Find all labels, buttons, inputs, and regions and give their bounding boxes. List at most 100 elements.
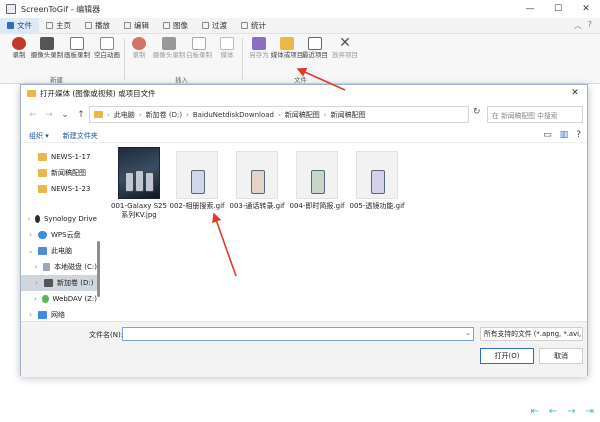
chevron-icon: › [29, 231, 32, 239]
sidebar-item-news-1-23[interactable]: NEWS-1-23 [21, 181, 97, 197]
record-icon [132, 37, 146, 50]
sidebar-item-label: NEWS-1-17 [51, 153, 91, 161]
computer-icon [38, 247, 47, 255]
filename-input[interactable]: ⌄ [122, 327, 474, 341]
breadcrumb-separator: › [107, 110, 110, 119]
button-label: 摄像头录制 [152, 51, 186, 59]
blank-animation-button[interactable]: 空白动画 [90, 37, 124, 60]
tab-label: 过渡 [212, 21, 227, 30]
tab-label: 编辑 [134, 21, 149, 30]
network-icon [38, 311, 47, 319]
file-item[interactable]: 005-透镜功能.gif [347, 151, 407, 211]
sidebar-item-label: 网络 [51, 311, 65, 319]
sidebar-item-synology-drive[interactable]: › Synology Drive [21, 211, 97, 227]
sidebar-item-network[interactable]: › 网络 [21, 307, 97, 321]
sidebar-item-news-1-17[interactable]: NEWS-1-17 [21, 149, 97, 165]
filename-label: 文件名(N): [89, 331, 124, 339]
file-name: 001-Galaxy S25 [111, 202, 167, 210]
open-button[interactable]: 打开(O) [480, 348, 534, 364]
gif-thumbnail-icon [371, 170, 385, 194]
help-icon[interactable]: ? [576, 130, 581, 140]
title-bar: ScreenToGif - 编辑器 — ☐ ✕ [0, 0, 600, 18]
address-bar[interactable]: › 此电脑 › 新加卷 (D:) › BaiduNetdiskDownload … [89, 106, 469, 123]
button-label: 摄像头录制 [30, 51, 64, 59]
tab-transition[interactable]: 过渡 [195, 18, 234, 34]
minimize-button[interactable]: — [516, 0, 544, 18]
scrollbar-thumb[interactable] [97, 241, 100, 297]
organize-button[interactable]: 组织 ▾ [29, 131, 49, 141]
tab-play[interactable]: 播放 [78, 18, 117, 34]
sidebar-item-webdav-z[interactable]: › WebDAV (Z:) [21, 291, 97, 307]
view-mode-icon[interactable]: ▭ [543, 130, 552, 140]
button-label: 录制 [12, 51, 26, 59]
menu-bar: 文件 主页 播放 编辑 图像 过渡 统计 ︿ ? [0, 17, 600, 34]
sidebar-item-drive-c[interactable]: › 本地磁盘 (C:) [21, 259, 97, 275]
tab-image[interactable]: 图像 [156, 18, 195, 34]
breadcrumb-separator: › [323, 110, 327, 119]
file-item[interactable]: 004-即时简报.gif [287, 151, 347, 211]
gif-thumbnail-icon [191, 170, 205, 194]
file-item[interactable]: 003-通话转录.gif [227, 151, 287, 211]
tab-edit[interactable]: 编辑 [117, 18, 156, 34]
breadcrumb-item[interactable]: BaiduNetdiskDownload [193, 111, 274, 119]
next-frame-button[interactable]: → [567, 406, 575, 417]
previous-frame-button[interactable]: ← [549, 406, 557, 417]
media-icon [220, 37, 234, 50]
file-item[interactable]: 001-Galaxy S25 系列KV.jpg [109, 147, 169, 219]
phone-image-icon [125, 168, 155, 192]
preview-pane-icon[interactable]: ▥ [560, 130, 569, 140]
group-new-label: 新建 [50, 76, 63, 84]
search-placeholder: 在 新闻稿配图 中搜索 [492, 111, 558, 120]
file-name: 002-相册搜索.gif [169, 202, 225, 210]
chevron-icon: ⌄ [27, 247, 34, 255]
tab-home[interactable]: 主页 [39, 18, 78, 34]
breadcrumb-item[interactable]: 新闻稿配图 [331, 110, 366, 120]
up-button[interactable]: ↑ [73, 110, 89, 120]
gif-thumbnail-icon [251, 170, 265, 194]
tab-file[interactable]: 文件 [0, 17, 39, 34]
refresh-icon[interactable]: ↻ [473, 107, 481, 117]
maximize-button[interactable]: ☐ [544, 0, 572, 18]
file-item[interactable]: 002-相册搜索.gif [167, 151, 227, 211]
dialog-title-bar: 打开媒体 (图像或视频) 或项目文件 ✕ [21, 85, 587, 101]
recent-projects-button[interactable]: 最近项目 [298, 37, 332, 60]
filetype-select[interactable]: 所有支持的文件 (*.apng, *.avi, [480, 327, 583, 341]
tab-stats[interactable]: 统计 [234, 18, 273, 34]
sidebar-item-label: WPS云盘 [51, 231, 81, 239]
sidebar-item-news-images[interactable]: 新闻稿配图 [21, 165, 97, 181]
cancel-button[interactable]: 取消 [539, 348, 583, 364]
collapse-ribbon-icon[interactable]: ︿ [574, 20, 582, 31]
recent-locations-button[interactable]: ⌄ [57, 110, 73, 120]
chevron-icon: › [29, 311, 32, 319]
insert-media-button[interactable]: 媒体 [210, 37, 244, 60]
forward-button[interactable]: → [41, 110, 57, 120]
webcam-record-button[interactable]: 摄像头录制 [30, 37, 64, 60]
menu-right-tools: ︿ ? [574, 20, 592, 31]
breadcrumb-item[interactable]: 此电脑 [114, 110, 135, 120]
breadcrumb-separator: › [186, 110, 189, 119]
board-record-button[interactable]: 画板录制 [60, 37, 94, 60]
insert-record-button[interactable]: 录制 [122, 37, 156, 60]
new-folder-button[interactable]: 新建文件夹 [63, 131, 98, 141]
recent-icon [308, 37, 322, 50]
close-button[interactable]: ✕ [572, 0, 600, 18]
search-input[interactable]: 在 新闻稿配图 中搜索 [487, 106, 583, 123]
dialog-close-button[interactable]: ✕ [567, 86, 583, 100]
sidebar-item-drive-d[interactable]: › 新加卷 (D:) [21, 275, 97, 291]
folder-icon [94, 111, 103, 118]
breadcrumb-item[interactable]: 新闻稿配图 [285, 110, 320, 120]
frame-navigation: ⇤ ← → ⇥ [530, 406, 594, 417]
help-icon[interactable]: ? [588, 20, 592, 31]
sidebar-item-wps-cloud[interactable]: › WPS云盘 [21, 227, 97, 243]
insert-webcam-button[interactable]: 摄像头录制 [152, 37, 186, 60]
back-button[interactable]: ← [25, 110, 41, 120]
first-frame-button[interactable]: ⇤ [530, 406, 538, 417]
last-frame-button[interactable]: ⇥ [586, 406, 594, 417]
breadcrumb-item[interactable]: 新加卷 (D:) [146, 110, 182, 120]
tab-label: 图像 [173, 21, 188, 30]
chevron-down-icon[interactable]: ⌄ [465, 329, 471, 337]
sidebar-item-this-pc[interactable]: ⌄ 此电脑 [21, 243, 97, 259]
discard-project-button[interactable]: ✕ 放弃项目 [328, 36, 362, 60]
sidebar-item-label: 本地磁盘 (C:) [54, 263, 97, 271]
sidebar-item-label: 此电脑 [51, 247, 72, 255]
